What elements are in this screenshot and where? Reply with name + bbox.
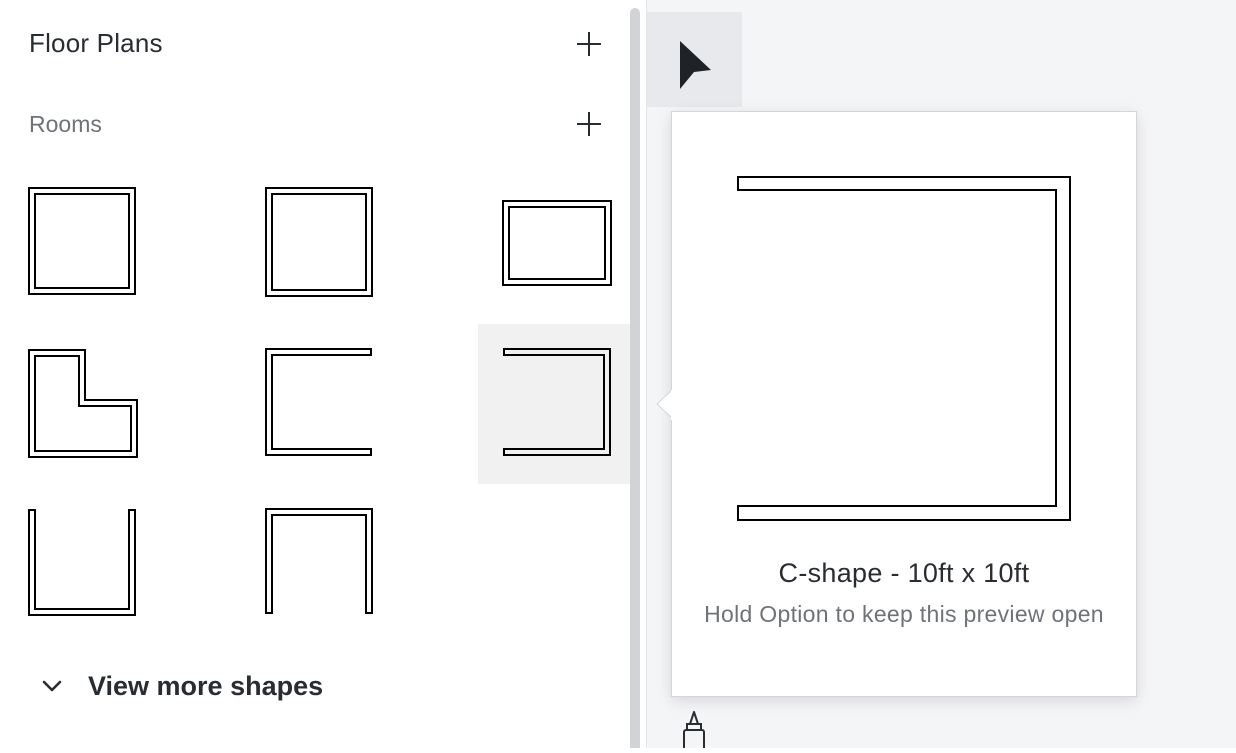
add-library-plus-icon[interactable] xyxy=(577,32,601,56)
shape-u-shape-room[interactable] xyxy=(0,484,160,644)
shape-open-right-room[interactable] xyxy=(238,324,398,484)
marker-icon xyxy=(683,711,705,751)
shape-rectangle-room[interactable] xyxy=(476,164,636,324)
library-title: Floor Plans xyxy=(29,28,163,58)
shape-square-room-large[interactable] xyxy=(0,164,160,324)
preview-pointer-arrow xyxy=(656,390,675,420)
marker-tool-button[interactable] xyxy=(680,710,710,751)
view-more-shapes-label: View more shapes xyxy=(88,670,324,701)
preview-title: C-shape - 10ft x 10ft xyxy=(778,558,1030,588)
chevron-down-icon xyxy=(42,680,62,692)
shape-l-shape-room[interactable] xyxy=(0,324,160,484)
add-section-plus-icon[interactable] xyxy=(577,112,601,136)
panel-scrollbar[interactable] xyxy=(630,8,640,748)
shape-c-shape-room[interactable] xyxy=(478,324,638,484)
select-tool-button[interactable] xyxy=(647,12,742,107)
preview-hint: Hold Option to keep this preview open xyxy=(704,601,1104,627)
section-title: Rooms xyxy=(29,111,102,137)
shape-n-shape-room[interactable] xyxy=(238,484,398,644)
shape-preview-popover: C-shape - 10ft x 10ft Hold Option to kee… xyxy=(671,111,1137,697)
shape-square-room[interactable] xyxy=(238,164,398,324)
cursor-arrow-icon xyxy=(680,41,711,89)
shape-library-panel: Floor Plans Rooms View more shapes xyxy=(0,0,638,748)
view-more-shapes-button[interactable]: View more shapes xyxy=(38,662,323,710)
c-shape-preview-graphic xyxy=(737,176,1071,521)
